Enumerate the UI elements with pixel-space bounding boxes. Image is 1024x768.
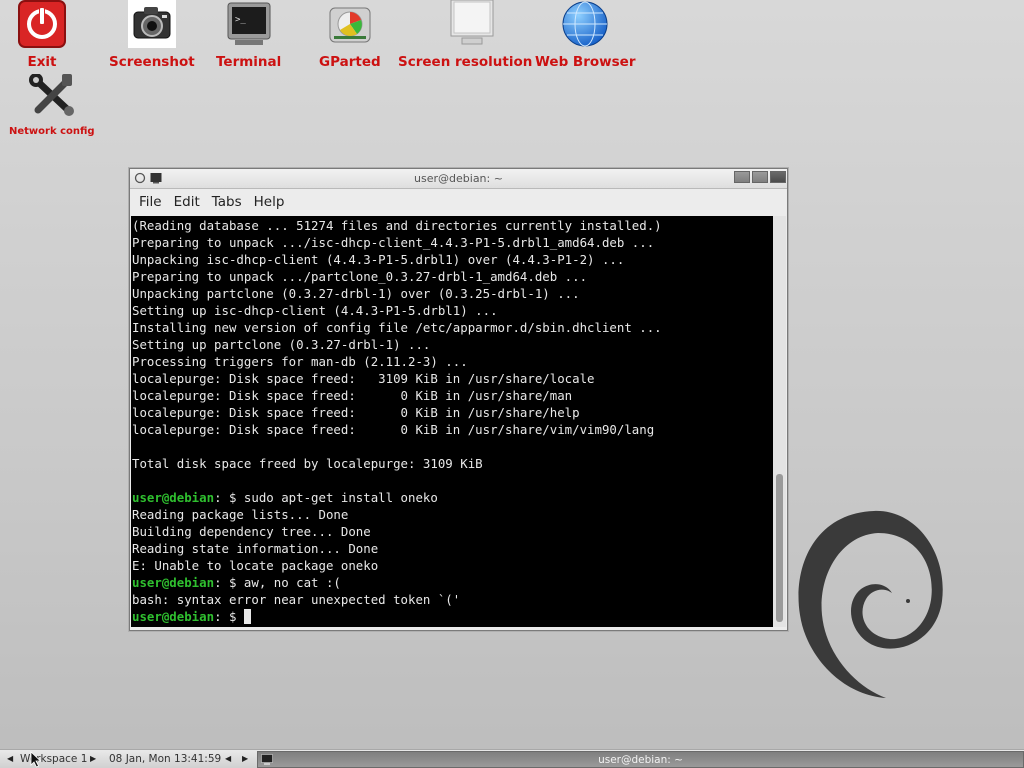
terminal-prompt-line: user@debian: $ sudo apt-get install onek… [132, 489, 773, 506]
menu-help[interactable]: Help [248, 194, 291, 210]
terminal-line: Reading state information... Done [132, 540, 773, 557]
workspace-prev-arrow-icon[interactable]: ◀ [7, 754, 13, 763]
svg-text:>_: >_ [235, 15, 246, 25]
terminal-line-text: Building dependency tree... Done [132, 524, 371, 539]
terminal-output[interactable]: (Reading database ... 51274 files and di… [131, 216, 773, 627]
terminal-line: E: Unable to locate package oneko [132, 557, 773, 574]
terminal-line-text: (Reading database ... 51274 files and di… [132, 218, 662, 233]
terminal-line-text: : $ aw, no cat :( [214, 575, 341, 590]
desktop-icon-web-browser[interactable]: Web Browser [535, 0, 635, 70]
mouse-pointer-icon [30, 751, 42, 768]
terminal-line-text: Setting up isc-dhcp-client (4.4.3-P1-5.d… [132, 303, 498, 318]
clock: 08 Jan, Mon 13:41:59 [109, 753, 222, 765]
terminal-line-text: Unpacking partclone (0.3.27-drbl-1) over… [132, 286, 580, 301]
terminal-line: Total disk space freed by localepurge: 3… [132, 455, 773, 472]
terminal-line: Preparing to unpack .../isc-dhcp-client_… [132, 234, 773, 251]
terminal-window[interactable]: user@debian: ~ File Edit Tabs Help (Read… [129, 168, 788, 631]
terminal-line-text: Processing triggers for man-db (2.11.2-3… [132, 354, 468, 369]
window-title: user@debian: ~ [414, 172, 503, 185]
terminal-line-text: E: Unable to locate package oneko [132, 558, 379, 573]
terminal-line: Installing new version of config file /e… [132, 319, 773, 336]
desktop-icon-label: Terminal [216, 54, 282, 70]
desktop-icon-screen-resolution[interactable]: Screen resolution [398, 0, 532, 70]
terminal-prompt-line: user@debian: $ aw, no cat :( [132, 574, 773, 591]
terminal-line: Processing triggers for man-db (2.11.2-3… [132, 353, 773, 370]
desktop-icon-screenshot[interactable]: Screenshot [109, 0, 195, 70]
terminal-line: localepurge: Disk space freed: 0 KiB in … [132, 404, 773, 421]
workspace-next-arrow-icon[interactable]: ▶ [90, 754, 96, 763]
monitor-icon [448, 0, 496, 48]
terminal-line-text: Installing new version of config file /e… [132, 320, 662, 335]
terminal-line: Setting up isc-dhcp-client (4.4.3-P1-5.d… [132, 302, 773, 319]
terminal-line-text: bash: syntax error near unexpected token… [132, 592, 461, 607]
desktop-icon-label: Screen resolution [398, 54, 533, 70]
desktop-icon-network-config[interactable]: Network config [9, 73, 95, 137]
terminal-line: bash: syntax error near unexpected token… [132, 591, 773, 608]
terminal-line: Reading package lists... Done [132, 506, 773, 523]
terminal-line-text: Reading state information... Done [132, 541, 379, 556]
terminal-prompt: user@debian [132, 575, 215, 590]
terminal-line: localepurge: Disk space freed: 0 KiB in … [132, 387, 773, 404]
terminal-line: Setting up partclone (0.3.27-drbl-1) ... [132, 336, 773, 353]
taskbar: ◀ Workspace 1 ▶ 08 Jan, Mon 13:41:59 ◀ ▶… [0, 749, 1024, 768]
desktop-icon-label: Exit [27, 54, 57, 70]
terminal-icon: >_ [225, 0, 273, 48]
desktop-icon-label: Screenshot [109, 54, 195, 70]
desktop-icon-terminal[interactable]: >_ Terminal [216, 0, 281, 70]
menu-edit[interactable]: Edit [168, 194, 206, 210]
terminal-line-text: localepurge: Disk space freed: 0 KiB in … [132, 388, 573, 403]
terminal-line-text: localepurge: Disk space freed: 0 KiB in … [132, 405, 580, 420]
terminal-line-text: Reading package lists... Done [132, 507, 349, 522]
terminal-prompt-line: user@debian: $ [132, 608, 773, 625]
terminal-line-text: Total disk space freed by localepurge: 3… [132, 456, 483, 471]
desktop-icon-label: Web Browser [535, 54, 636, 70]
taskbar-window-terminal[interactable]: user@debian: ~ [257, 751, 1024, 768]
power-icon [18, 0, 66, 48]
terminal-line-text: Preparing to unpack .../isc-dhcp-client_… [132, 235, 655, 250]
terminal-line: localepurge: Disk space freed: 3109 KiB … [132, 370, 773, 387]
terminal-line: Unpacking isc-dhcp-client (4.4.3-P1-5.dr… [132, 251, 773, 268]
terminal-line-text: : $ sudo apt-get install oneko [214, 490, 438, 505]
desktop-icon-exit[interactable]: Exit [18, 0, 66, 70]
desktop-icon-gparted[interactable]: GParted [319, 0, 381, 70]
terminal-line: Building dependency tree... Done [132, 523, 773, 540]
close-button[interactable] [770, 171, 786, 183]
text-cursor [243, 609, 251, 624]
terminal-line-text: Unpacking isc-dhcp-client (4.4.3-P1-5.dr… [132, 252, 625, 267]
window-titlebar[interactable]: user@debian: ~ [130, 169, 787, 189]
desktop-icon-label: GParted [319, 54, 381, 70]
wrench-icon [28, 73, 76, 122]
debian-swirl-logo [798, 510, 943, 698]
terminal-line-text: : $ [214, 609, 244, 624]
terminal-line-text: localepurge: Disk space freed: 0 KiB in … [132, 422, 655, 437]
taskbar-window-title: user@debian: ~ [598, 754, 683, 766]
terminal-prompt: user@debian [132, 490, 215, 505]
menu-tabs[interactable]: Tabs [206, 194, 248, 210]
maximize-button[interactable] [752, 171, 768, 183]
terminal-line-text: Setting up partclone (0.3.27-drbl-1) ... [132, 337, 431, 352]
terminal-line: Unpacking partclone (0.3.27-drbl-1) over… [132, 285, 773, 302]
disk-icon [326, 0, 374, 48]
minimize-button[interactable] [734, 171, 750, 183]
terminal-line-text: localepurge: Disk space freed: 3109 KiB … [132, 371, 595, 386]
scrollbar-thumb[interactable] [776, 474, 783, 622]
task-prev-arrow-icon[interactable]: ◀ [225, 754, 231, 763]
terminal-scrollbar[interactable] [773, 216, 786, 627]
terminal-line: (Reading database ... 51274 files and di… [132, 217, 773, 234]
terminal-prompt: user@debian [132, 609, 215, 624]
terminal-line: localepurge: Disk space freed: 0 KiB in … [132, 421, 773, 438]
menu-file[interactable]: File [133, 194, 168, 210]
task-next-arrow-icon[interactable]: ▶ [242, 754, 248, 763]
menu-bar: File Edit Tabs Help [130, 189, 787, 215]
terminal-line: Preparing to unpack .../partclone_0.3.27… [132, 268, 773, 285]
globe-icon [561, 0, 609, 48]
desktop-icon-label: Network config [9, 126, 95, 137]
camera-icon [127, 0, 176, 48]
terminal-line-text: Preparing to unpack .../partclone_0.3.27… [132, 269, 588, 284]
